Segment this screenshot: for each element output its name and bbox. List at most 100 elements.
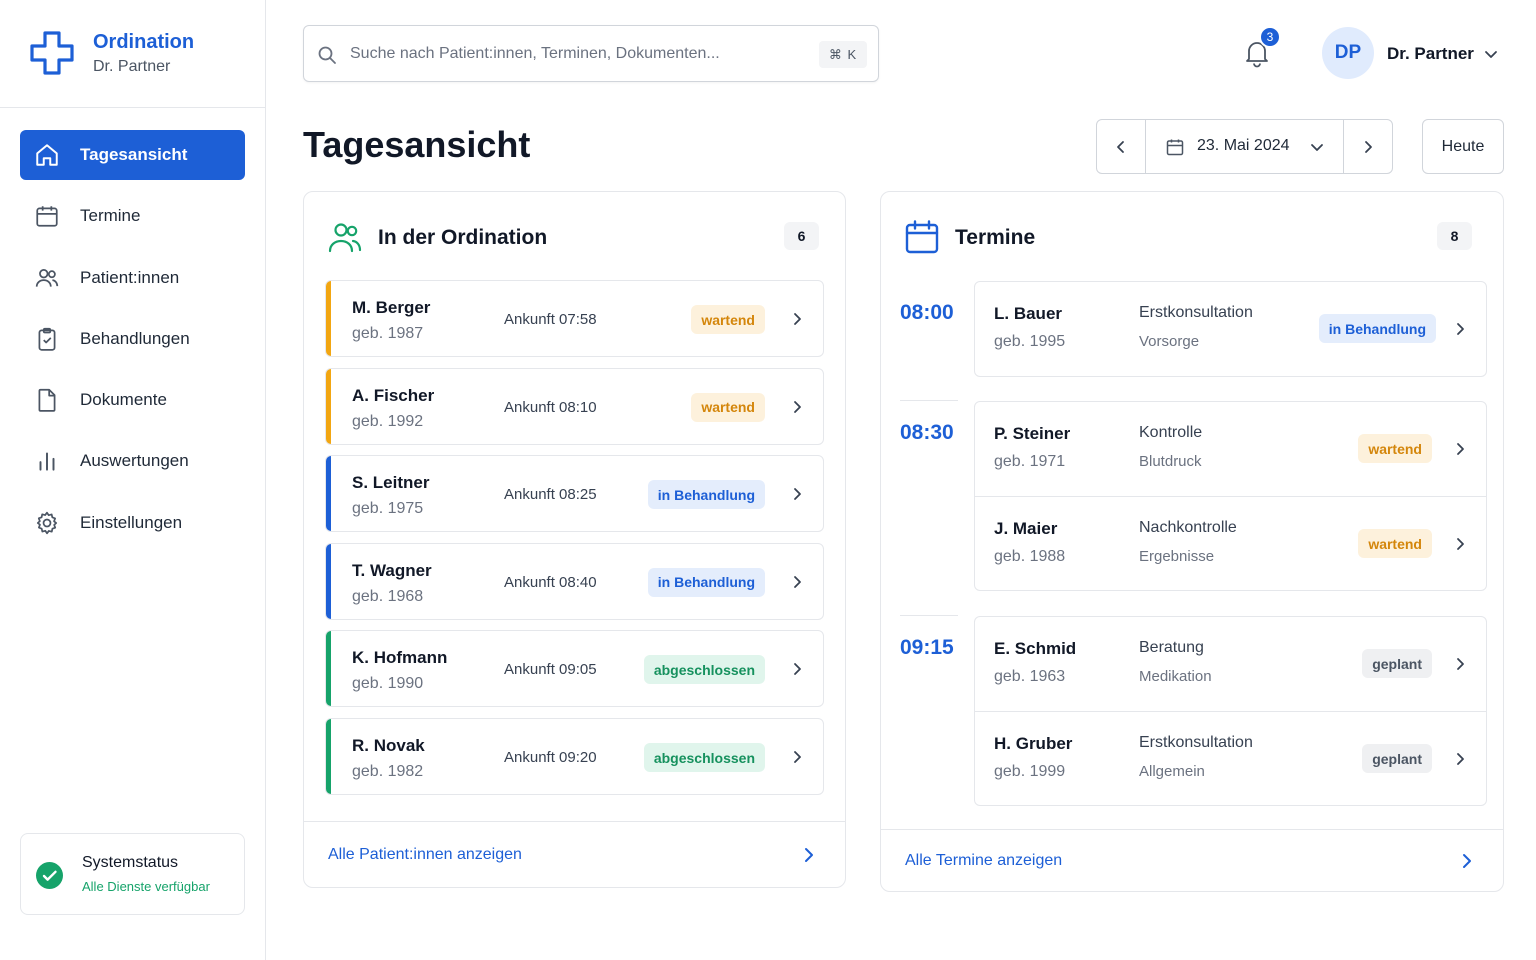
time-slot-divider — [900, 400, 958, 401]
patient-row[interactable]: M. Berger geb. 1987 Ankunft 07:58 wartend — [325, 280, 824, 357]
appointment-count-badge: 8 — [1437, 222, 1472, 250]
appointment-type: Kontrolle — [1139, 424, 1203, 441]
chevron-down-icon[interactable] — [1482, 45, 1500, 63]
sidebar-item-einstellungen[interactable]: Einstellungen — [20, 498, 245, 548]
chevron-right-icon — [794, 313, 801, 325]
panel-title: Termine — [955, 226, 1036, 249]
status-badge: abgeschlossen — [643, 655, 765, 685]
appointment-card: E. Schmid geb. 1963 Beratung Medikation gepl… — [974, 616, 1487, 806]
sidebar-item-label: Tagesansicht — [80, 145, 188, 164]
status-stripe — [326, 631, 331, 707]
date-picker[interactable]: 23. Mai 2024 — [1145, 120, 1344, 173]
chevron-right-icon — [1457, 753, 1464, 765]
status-badge: wartend — [691, 392, 765, 422]
appointment-subtype: Vorsorge — [1139, 333, 1200, 350]
appointments-panel: Termine 8 08:00 L. Bauer geb. 1995 Erstkons… — [880, 191, 1504, 892]
footer-link-label: Alle Patient:innen anzeigen — [328, 846, 522, 863]
sidebar-item-label: Behandlungen — [80, 328, 190, 348]
arrival-time: Ankunft 09:20 — [504, 749, 597, 766]
patient-birth-year: geb. 1995 — [994, 333, 1066, 350]
chevron-down-icon — [1311, 144, 1323, 151]
brand-subtitle: Dr. Partner — [93, 58, 171, 75]
check-circle-icon — [36, 862, 63, 889]
system-status-detail: Alle Dienste verfügbar — [82, 879, 210, 894]
appointment-row[interactable]: E. Schmid geb. 1963 Beratung Medikation gepl… — [975, 617, 1486, 711]
sidebar: Ordination Dr. Partner Tagesansicht Term… — [0, 0, 266, 960]
document-icon — [38, 389, 56, 412]
sidebar-item-behandlungen[interactable]: Behandlungen — [20, 314, 245, 364]
sidebar-item-label: Patient:innen — [80, 267, 180, 287]
previous-day-button[interactable] — [1097, 120, 1145, 173]
calendar-icon — [905, 220, 939, 254]
user-menu-name[interactable]: Dr. Partner — [1387, 44, 1474, 64]
chevron-right-icon — [805, 848, 813, 862]
next-day-button[interactable] — [1344, 120, 1392, 173]
appointment-row[interactable]: L. Bauer geb. 1995 Erstkonsultation Vorsorg… — [975, 282, 1486, 376]
patient-birth-year: geb. 1988 — [994, 548, 1066, 565]
appointment-type: Nachkontrolle — [1139, 519, 1237, 536]
appointment-subtype: Ergebnisse — [1139, 548, 1215, 565]
appointment-type: Erstkonsultation — [1139, 734, 1253, 751]
search-icon — [318, 46, 336, 64]
search-input[interactable] — [350, 40, 770, 68]
patient-name: J. Maier — [994, 519, 1058, 538]
arrival-time: Ankunft 09:05 — [504, 661, 597, 679]
patient-name: L. Bauer — [994, 304, 1063, 323]
search-bar: ⌘ K — [303, 25, 879, 82]
patient-birth-year: geb. 1992 — [352, 412, 424, 430]
sidebar-item-tagesansicht[interactable]: Tagesansicht — [20, 130, 245, 180]
appointment-type: Erstkonsultation — [1139, 304, 1253, 321]
chevron-right-icon — [794, 488, 801, 501]
today-button[interactable]: Heute — [1422, 119, 1504, 174]
appointment-row[interactable]: J. Maier geb. 1988 Nachkontrolle Ergebnisse… — [975, 496, 1486, 590]
patient-birth-year: geb. 1971 — [994, 453, 1066, 470]
show-all-patients-link[interactable]: Alle Patient:innen anzeigen — [304, 821, 845, 887]
show-all-appointments-link[interactable]: Alle Termine anzeigen — [881, 829, 1503, 891]
appointment-subtype: Blutdruck — [1139, 453, 1202, 470]
status-badge: wartend — [1358, 434, 1432, 463]
patient-name: R. Novak — [352, 736, 425, 755]
patient-name: S. Leitner — [352, 473, 430, 493]
chevron-right-icon — [1457, 443, 1464, 455]
chevron-right-icon — [794, 751, 801, 763]
chevron-right-icon — [1457, 538, 1464, 550]
calendar-icon — [36, 206, 58, 227]
date-navigator: 23. Mai 2024 — [1096, 119, 1393, 174]
chevron-right-icon — [794, 575, 801, 588]
patient-birth-year: geb. 1982 — [352, 763, 424, 780]
patient-name: T. Wagner — [352, 560, 432, 580]
status-stripe — [326, 281, 331, 356]
status-badge: geplant — [1362, 649, 1432, 678]
chevron-right-icon — [1457, 658, 1464, 670]
appointment-row[interactable]: P. Steiner geb. 1971 Kontrolle Blutdruck war… — [975, 402, 1486, 496]
chevron-right-icon — [1463, 854, 1471, 868]
sidebar-item-patientinnen[interactable]: Patient:innen — [20, 253, 245, 303]
system-status-card: Systemstatus Alle Dienste verfügbar — [20, 833, 245, 915]
appointment-subtype: Medikation — [1139, 668, 1212, 685]
patient-row[interactable]: T. Wagner geb. 1968 Ankunft 08:40 in Behand… — [325, 542, 824, 620]
chevron-right-icon — [794, 400, 801, 413]
appointment-card: L. Bauer geb. 1995 Erstkonsultation Vorsorg… — [974, 281, 1487, 377]
sidebar-item-label: Dokumente — [80, 390, 167, 410]
chevron-right-icon — [1365, 140, 1372, 153]
appointment-row[interactable]: H. Gruber geb. 1999 Erstkonsultation Allgem… — [975, 711, 1486, 805]
sidebar-item-auswertungen[interactable]: Auswertungen — [20, 436, 245, 486]
chevron-right-icon — [1457, 323, 1464, 335]
avatar[interactable]: DP — [1322, 27, 1374, 79]
time-slot-label: 09:15 — [900, 636, 954, 659]
calendar-icon — [1166, 139, 1184, 156]
patient-birth-year: geb. 1987 — [352, 325, 424, 342]
sidebar-item-label: Einstellungen — [80, 512, 183, 532]
arrival-time: Ankunft 07:58 — [504, 311, 597, 328]
time-slot-label: 08:00 — [900, 301, 954, 324]
patient-row[interactable]: K. Hofmann geb. 1990 Ankunft 09:05 abgeschl… — [325, 630, 824, 708]
patient-row[interactable]: A. Fischer geb. 1992 Ankunft 08:10 wartend — [325, 367, 824, 445]
patient-birth-year: geb. 1968 — [352, 587, 424, 605]
sidebar-item-termine[interactable]: Termine — [20, 191, 245, 241]
sidebar-item-dokumente[interactable]: Dokumente — [20, 375, 245, 425]
bar-chart-icon — [39, 452, 55, 472]
patient-row[interactable]: S. Leitner geb. 1975 Ankunft 08:25 in Behan… — [325, 455, 824, 533]
appointment-type: Beratung — [1139, 639, 1204, 656]
patient-row[interactable]: R. Novak geb. 1982 Ankunft 09:20 abgeschlos… — [325, 718, 824, 795]
arrival-time: Ankunft 08:25 — [504, 486, 597, 504]
